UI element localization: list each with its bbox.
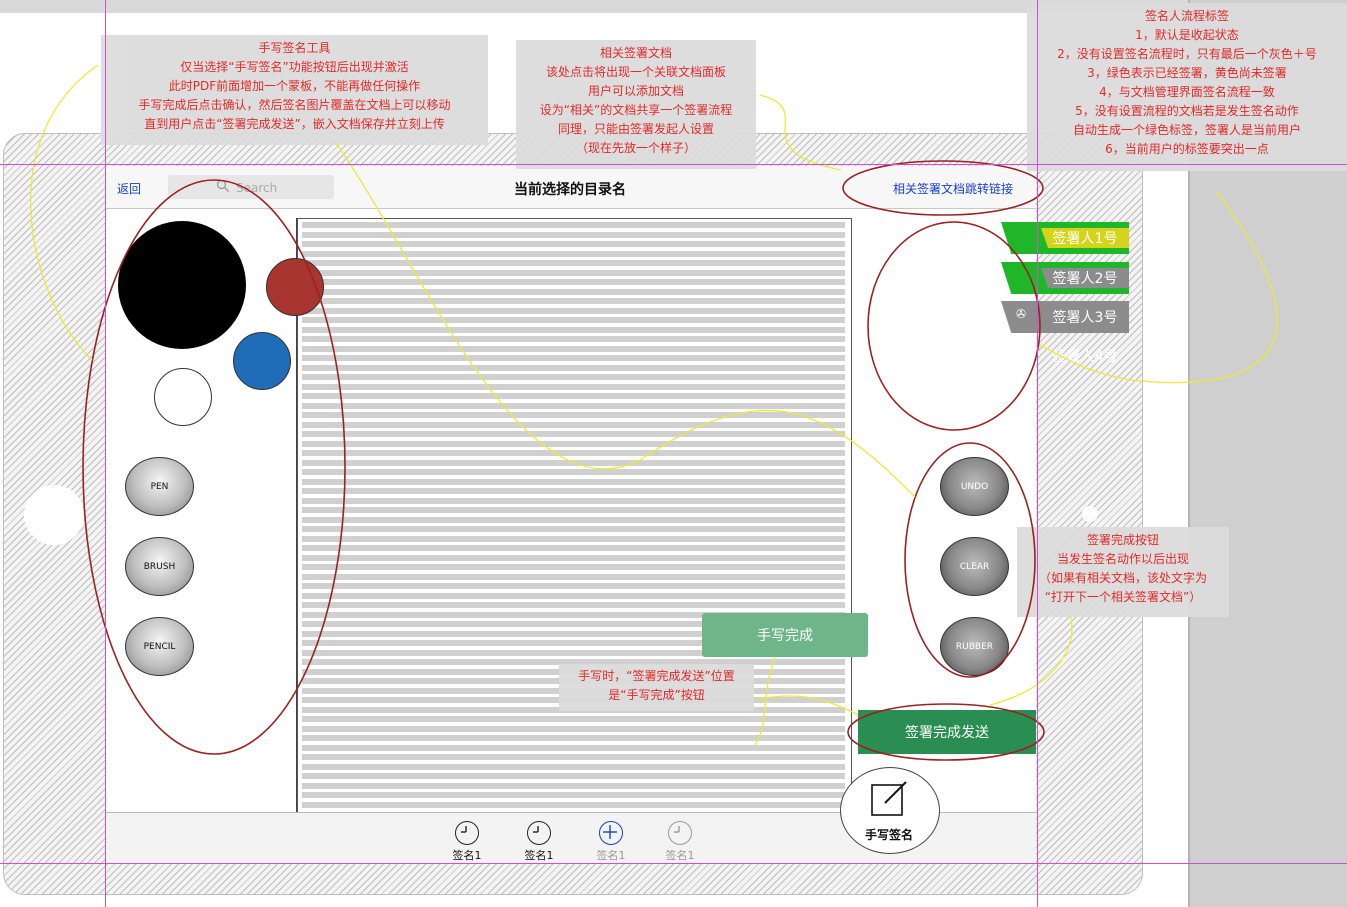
connector-line <box>1039 189 1278 384</box>
connector-line <box>759 94 842 171</box>
connector-line <box>334 141 916 498</box>
connector-line <box>754 695 859 716</box>
tool-group-ellipse <box>82 179 346 755</box>
annotation-overlay <box>29 64 1278 761</box>
connector-line <box>989 614 1073 706</box>
right-tools-ellipse <box>904 442 1036 678</box>
send-button-ellipse <box>847 703 1045 761</box>
guide-line <box>105 0 106 907</box>
connector-line <box>29 64 99 361</box>
guide-line <box>1037 0 1038 907</box>
guide-line <box>0 164 1347 165</box>
connector-line <box>754 656 776 746</box>
related-link-ellipse <box>842 160 1044 216</box>
signer-tags-ellipse <box>867 221 1041 431</box>
guide-line <box>0 863 1347 864</box>
